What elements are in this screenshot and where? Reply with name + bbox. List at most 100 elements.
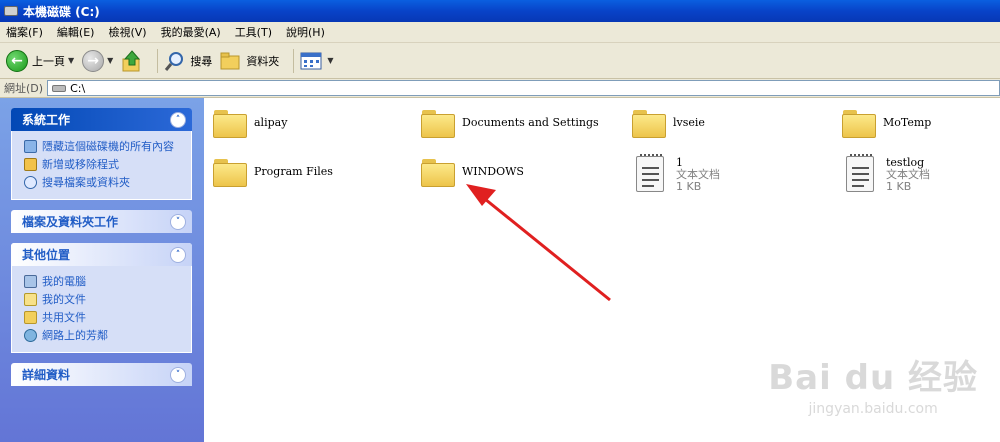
file-meta: testlog 文本文档 1 KB xyxy=(886,156,930,193)
address-value: C:\ xyxy=(70,81,86,95)
chevron-down-icon[interactable]: ˅ xyxy=(170,366,186,383)
search-button[interactable]: 搜尋 xyxy=(164,50,212,72)
title-bar: 本機磁碟 (C:) xyxy=(0,0,1000,22)
chevron-down-icon[interactable]: ▼ xyxy=(107,56,113,65)
folder-icon xyxy=(421,110,455,138)
file-item[interactable]: 1 文本文档 1 KB xyxy=(636,154,720,193)
address-bar: 網址(D) C:\ xyxy=(0,79,1000,98)
chevron-up-icon[interactable]: ˄ xyxy=(170,111,186,128)
file-item[interactable]: testlog 文本文档 1 KB xyxy=(846,154,930,193)
text-document-icon xyxy=(636,154,664,192)
folder-icon xyxy=(842,110,876,138)
other-places-list: 我的電腦 我的文件 共用文件 網路上的芳鄰 xyxy=(11,266,192,353)
back-arrow-icon: ← xyxy=(6,49,28,72)
file-size: 1 KB xyxy=(676,180,702,193)
chevron-down-icon[interactable]: ▼ xyxy=(68,56,74,65)
search-icon xyxy=(24,175,37,189)
address-label: 網址(D) xyxy=(4,82,44,95)
hide-contents-icon xyxy=(24,139,37,153)
place-label: 網路上的芳鄰 xyxy=(42,329,108,342)
menu-bar: 檔案(F) 編輯(E) 檢視(V) 我的最愛(A) 工具(T) 說明(H) xyxy=(0,22,1000,43)
place-label: 共用文件 xyxy=(42,311,86,324)
system-tasks-title: 系統工作 xyxy=(22,113,71,127)
documents-folder-icon xyxy=(24,292,37,306)
file-folder-tasks-header[interactable]: 檔案及資料夾工作 ˅ xyxy=(11,210,192,233)
folder-icon xyxy=(213,159,247,187)
folder-item[interactable]: WINDOWS xyxy=(421,159,524,187)
file-meta: 1 文本文档 1 KB xyxy=(676,156,720,193)
chevron-down-icon[interactable]: ▼ xyxy=(327,56,333,65)
add-remove-programs-icon xyxy=(24,157,37,171)
system-tasks-header[interactable]: 系統工作 ˄ xyxy=(11,108,192,131)
network-icon xyxy=(24,328,37,342)
details-panel: 詳細資料 ˅ xyxy=(11,363,192,386)
chevron-up-icon[interactable]: ˄ xyxy=(170,246,186,263)
other-places-header[interactable]: 其他位置 ˄ xyxy=(11,243,192,266)
task-pane: 系統工作 ˄ 隱藏這個磁碟機的所有內容 新增或移除程式 搜尋檔案或資料夾 檔案及… xyxy=(0,98,204,442)
folder-item[interactable]: MoTemp xyxy=(842,110,931,138)
menu-favorites[interactable]: 我的最愛(A) xyxy=(161,24,221,40)
computer-icon xyxy=(24,274,37,288)
folder-item[interactable]: alipay xyxy=(213,110,287,138)
views-grid-icon xyxy=(300,52,322,69)
folder-name: WINDOWS xyxy=(462,165,524,178)
folder-icon xyxy=(421,159,455,187)
folder-name: lvseie xyxy=(673,116,705,129)
watermark-logo: Bai du 经验 xyxy=(768,358,978,398)
folder-item[interactable]: lvseie xyxy=(632,110,705,138)
drive-icon xyxy=(52,84,67,92)
folder-name: MoTemp xyxy=(883,116,932,129)
folder-item[interactable]: Documents and Settings xyxy=(421,110,599,138)
folders-icon xyxy=(220,52,240,69)
task-add-remove-programs[interactable]: 新增或移除程式 xyxy=(24,155,183,173)
task-hide-drive-contents[interactable]: 隱藏這個磁碟機的所有內容 xyxy=(24,137,183,155)
file-folder-tasks-title: 檔案及資料夾工作 xyxy=(22,215,119,229)
menu-view[interactable]: 檢視(V) xyxy=(108,24,146,40)
address-input[interactable]: C:\ xyxy=(47,80,1000,96)
place-network[interactable]: 網路上的芳鄰 xyxy=(24,326,183,344)
place-my-computer[interactable]: 我的電腦 xyxy=(24,272,183,290)
toolbar-separator xyxy=(293,48,295,73)
views-button[interactable]: ▼ xyxy=(300,51,333,71)
task-label: 新增或移除程式 xyxy=(42,158,119,171)
watermark: Bai du 经验 jingyan.baidu.com xyxy=(768,350,978,417)
folders-button[interactable]: 資料夾 xyxy=(220,51,279,71)
task-search-files[interactable]: 搜尋檔案或資料夾 xyxy=(24,173,183,191)
chevron-down-icon[interactable]: ˅ xyxy=(170,213,186,230)
details-title: 詳細資料 xyxy=(22,368,71,382)
drive-icon xyxy=(4,6,18,16)
forward-arrow-icon: → xyxy=(82,49,105,72)
forward-button[interactable]: → ▼ xyxy=(82,49,113,72)
search-icon xyxy=(165,51,184,71)
up-folder-icon xyxy=(122,49,141,71)
folder-name: Program Files xyxy=(254,165,333,178)
folder-icon xyxy=(632,110,666,138)
other-places-panel: 其他位置 ˄ 我的電腦 我的文件 共用文件 網路上的芳鄰 xyxy=(11,243,192,353)
other-places-title: 其他位置 xyxy=(22,248,71,262)
folder-icon xyxy=(213,110,247,138)
shared-folder-icon xyxy=(24,310,37,324)
place-my-documents[interactable]: 我的文件 xyxy=(24,290,183,308)
window-title: 本機磁碟 (C:) xyxy=(23,4,100,19)
place-label: 我的電腦 xyxy=(42,275,86,288)
up-button[interactable] xyxy=(121,49,143,73)
toolbar: ← 上一頁 ▼ → ▼ 搜尋 資料夾 ▼ xyxy=(0,43,1000,79)
back-label: 上一頁 xyxy=(32,54,65,68)
text-document-icon xyxy=(846,154,874,192)
menu-file[interactable]: 檔案(F) xyxy=(6,24,43,40)
menu-tools[interactable]: 工具(T) xyxy=(235,24,272,40)
place-shared-documents[interactable]: 共用文件 xyxy=(24,308,183,326)
folder-item[interactable]: Program Files xyxy=(213,159,333,187)
task-label: 隱藏這個磁碟機的所有內容 xyxy=(42,140,174,153)
watermark-url: jingyan.baidu.com xyxy=(808,401,938,417)
file-folder-tasks-panel: 檔案及資料夾工作 ˅ xyxy=(11,210,192,233)
details-header[interactable]: 詳細資料 ˅ xyxy=(11,363,192,386)
menu-edit[interactable]: 編輯(E) xyxy=(57,24,95,40)
search-label: 搜尋 xyxy=(190,54,213,68)
folders-label: 資料夾 xyxy=(246,54,280,68)
back-button[interactable]: ← 上一頁 ▼ xyxy=(6,49,74,72)
menu-help[interactable]: 說明(H) xyxy=(286,24,325,40)
system-tasks-panel: 系統工作 ˄ 隱藏這個磁碟機的所有內容 新增或移除程式 搜尋檔案或資料夾 xyxy=(11,108,192,200)
folder-name: Documents and Settings xyxy=(462,116,599,129)
system-tasks-list: 隱藏這個磁碟機的所有內容 新增或移除程式 搜尋檔案或資料夾 xyxy=(11,131,192,200)
